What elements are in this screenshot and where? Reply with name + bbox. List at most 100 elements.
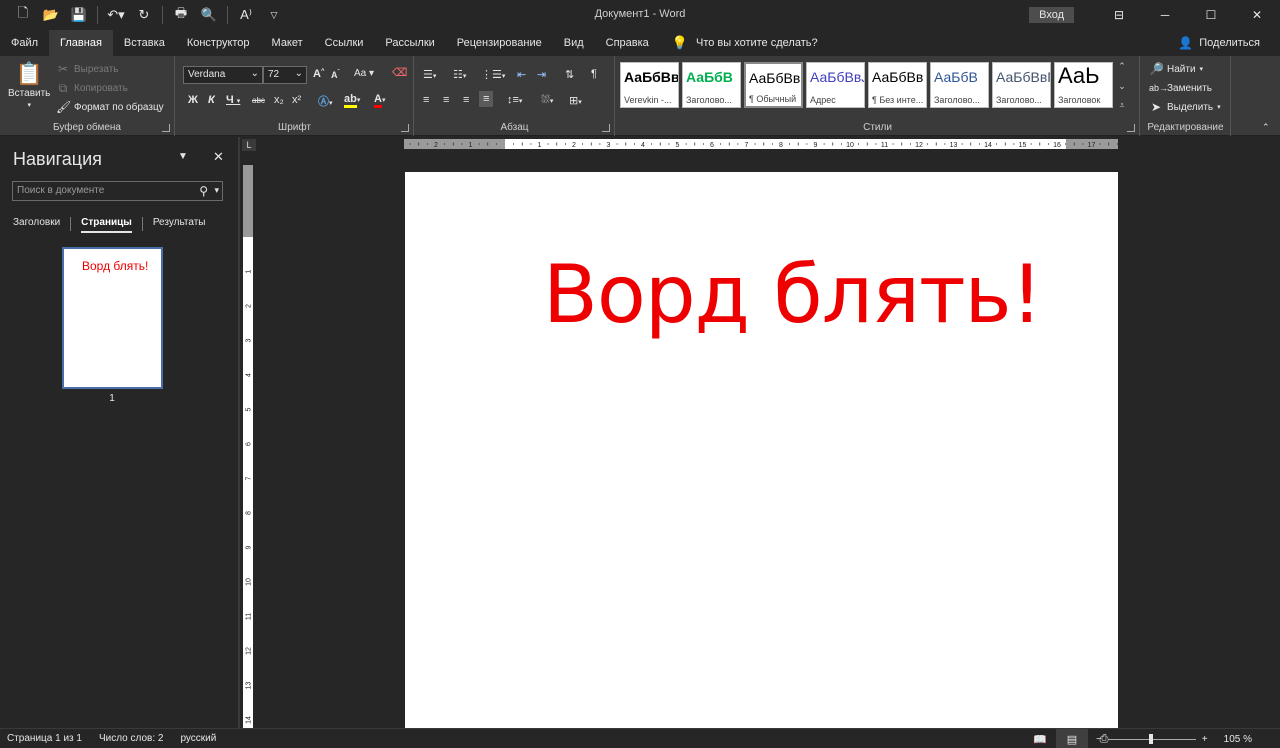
print-preview-icon[interactable]: 🖶 — [168, 2, 194, 28]
print-layout-icon[interactable]: ▤ — [1056, 729, 1088, 748]
horizontal-ruler[interactable]: 3211234567891011121314151617 — [404, 139, 1118, 149]
align-center-icon[interactable]: ≡ — [443, 94, 449, 106]
grow-font-button[interactable]: A^ — [313, 68, 324, 80]
ribbon-display-icon[interactable]: ⊟ — [1096, 0, 1142, 30]
status-language[interactable]: русский — [180, 733, 216, 744]
underline-button[interactable]: Ч ▾ — [226, 94, 240, 106]
copy-button[interactable]: ⧉ Копировать — [56, 81, 128, 95]
text-effects-icon[interactable]: Ⓐ▾ — [318, 93, 333, 109]
maximize-icon[interactable]: ☐ — [1188, 0, 1234, 30]
cut-button[interactable]: ✂ Вырезать — [56, 62, 119, 76]
tell-me-box[interactable]: 💡 Что вы хотите сделать? — [672, 35, 818, 51]
paragraph-launcher-icon[interactable] — [602, 124, 610, 132]
clipboard-launcher-icon[interactable] — [162, 124, 170, 132]
superscript-button[interactable]: x² — [292, 94, 301, 106]
zoom-slider-thumb[interactable] — [1148, 733, 1153, 744]
chevron-down-icon[interactable]: ⌄ — [1118, 81, 1126, 92]
search-icon[interactable]: ⚲ — [199, 184, 208, 198]
tab-insert[interactable]: Вставка — [113, 30, 176, 56]
tab-review[interactable]: Рецензирование — [446, 30, 553, 56]
replace-button[interactable]: ab→ Заменить — [1149, 81, 1212, 95]
nav-tab-results[interactable]: Результаты — [153, 217, 216, 232]
zoom-level[interactable]: 105 % — [1224, 734, 1252, 745]
document-page[interactable]: Ворд блять! — [405, 172, 1118, 728]
share-button[interactable]: 👤 Поделиться — [1178, 30, 1260, 56]
numbering-icon[interactable]: ☷▾ — [453, 68, 466, 81]
format-painter-button[interactable]: 🖌 Формат по образцу — [56, 100, 164, 114]
font-name-select[interactable]: Verdana ⌄ — [183, 66, 263, 84]
subscript-button[interactable]: x₂ — [274, 94, 284, 106]
read-mode-icon[interactable]: 📖 — [1024, 729, 1056, 748]
nav-tab-headings[interactable]: Заголовки — [13, 217, 70, 232]
style-tile[interactable]: АаБбВв ¶ Обычный — [744, 62, 803, 108]
style-tile[interactable]: АаБбВ Заголово... — [682, 62, 741, 108]
nav-splitter[interactable] — [238, 137, 240, 728]
document-text[interactable]: Ворд блять! — [543, 248, 1043, 341]
tab-home[interactable]: Главная — [49, 30, 113, 56]
style-tile[interactable]: АаБбВвJ Адрес — [806, 62, 865, 108]
minimize-icon[interactable]: ─ — [1142, 0, 1188, 30]
borders-icon[interactable]: ⊞▾ — [569, 94, 582, 107]
line-spacing-icon[interactable]: ↕≡▾ — [507, 94, 522, 106]
tab-help[interactable]: Справка — [595, 30, 660, 56]
collapse-ribbon-icon[interactable]: ⌃ — [1262, 122, 1270, 133]
status-page[interactable]: Страница 1 из 1 — [7, 733, 82, 744]
find-icon[interactable]: 🔍 — [196, 2, 222, 28]
customize-icon[interactable]: ▽ — [261, 2, 287, 28]
paste-button[interactable]: 📋 Вставить ▾ — [8, 62, 50, 110]
nav-search-input[interactable] — [13, 182, 183, 199]
bullets-icon[interactable]: ☰▾ — [423, 68, 436, 81]
styles-launcher-icon[interactable] — [1127, 124, 1135, 132]
tab-file[interactable]: Файл — [0, 30, 49, 56]
align-left-icon[interactable]: ≡ — [423, 94, 429, 106]
page-thumbnail[interactable]: Ворд блять! — [62, 247, 163, 389]
shrink-font-button[interactable]: Aˇ — [331, 70, 340, 80]
align-right-icon[interactable]: ≡ — [463, 94, 469, 106]
close-icon[interactable]: ✕ — [1234, 0, 1280, 30]
chevron-down-icon[interactable]: ▾ — [214, 185, 219, 196]
strikethrough-button[interactable]: abc — [252, 96, 265, 105]
nav-tab-pages[interactable]: Страницы — [81, 217, 142, 233]
new-doc-icon[interactable]: 🗋 — [10, 2, 36, 28]
style-tile[interactable]: АаБбВв ¶ Без инте... — [868, 62, 927, 108]
bold-button[interactable]: Ж — [188, 94, 198, 106]
nav-close-icon[interactable]: ✕ — [213, 149, 224, 165]
save-icon[interactable]: 💾 — [66, 2, 92, 28]
redo-icon[interactable]: ↻ — [131, 2, 157, 28]
tab-references[interactable]: Ссылки — [314, 30, 375, 56]
document-area[interactable]: Ворд блять! — [256, 152, 1280, 728]
decrease-indent-icon[interactable]: ⇤ — [517, 68, 526, 81]
tab-view[interactable]: Вид — [553, 30, 595, 56]
nav-options-icon[interactable]: ▼ — [178, 151, 188, 162]
style-tile[interactable]: АаБбВвГ Заголово... — [992, 62, 1051, 108]
more-icon[interactable]: ⩡ — [1119, 100, 1124, 111]
tab-selector[interactable]: L — [242, 139, 256, 151]
multilevel-list-icon[interactable]: ⋮☰▾ — [481, 68, 505, 81]
find-button[interactable]: 🔎 Найти ▾ — [1149, 62, 1203, 76]
chevron-up-icon[interactable]: ⌃ — [1118, 61, 1126, 72]
style-tile[interactable]: АаБбВ Заголово... — [930, 62, 989, 108]
read-aloud-icon[interactable]: A⁾ — [233, 2, 259, 28]
shading-icon[interactable]: ⛆▾ — [541, 94, 553, 107]
vertical-ruler[interactable]: 211234567891011121314 — [243, 165, 253, 728]
zoom-in-icon[interactable]: + — [1202, 734, 1208, 745]
tab-layout[interactable]: Макет — [261, 30, 314, 56]
font-launcher-icon[interactable] — [401, 124, 409, 132]
font-color-icon[interactable]: A▾ — [374, 93, 385, 108]
clear-format-icon[interactable]: ⌫ — [392, 66, 408, 79]
justify-icon[interactable]: ≡ — [479, 91, 494, 107]
highlight-icon[interactable]: ab▾ — [344, 93, 360, 108]
zoom-out-icon[interactable]: − — [1096, 734, 1102, 745]
show-marks-icon[interactable]: ¶ — [591, 68, 597, 80]
tab-mailings[interactable]: Рассылки — [374, 30, 445, 56]
status-words[interactable]: Число слов: 2 — [99, 733, 163, 744]
undo-icon[interactable]: ↶▾ — [103, 2, 129, 28]
style-tile[interactable]: АаБбВвI Verevkin -... — [620, 62, 679, 108]
zoom-slider[interactable] — [1107, 733, 1196, 744]
tab-design[interactable]: Конструктор — [176, 30, 261, 56]
open-icon[interactable]: 📂 — [38, 2, 64, 28]
increase-indent-icon[interactable]: ⇥ — [537, 68, 546, 81]
change-case-button[interactable]: Aa ▾ — [354, 68, 374, 79]
font-size-select[interactable]: 72 ⌄ — [263, 66, 307, 84]
italic-button[interactable]: К — [208, 94, 215, 106]
